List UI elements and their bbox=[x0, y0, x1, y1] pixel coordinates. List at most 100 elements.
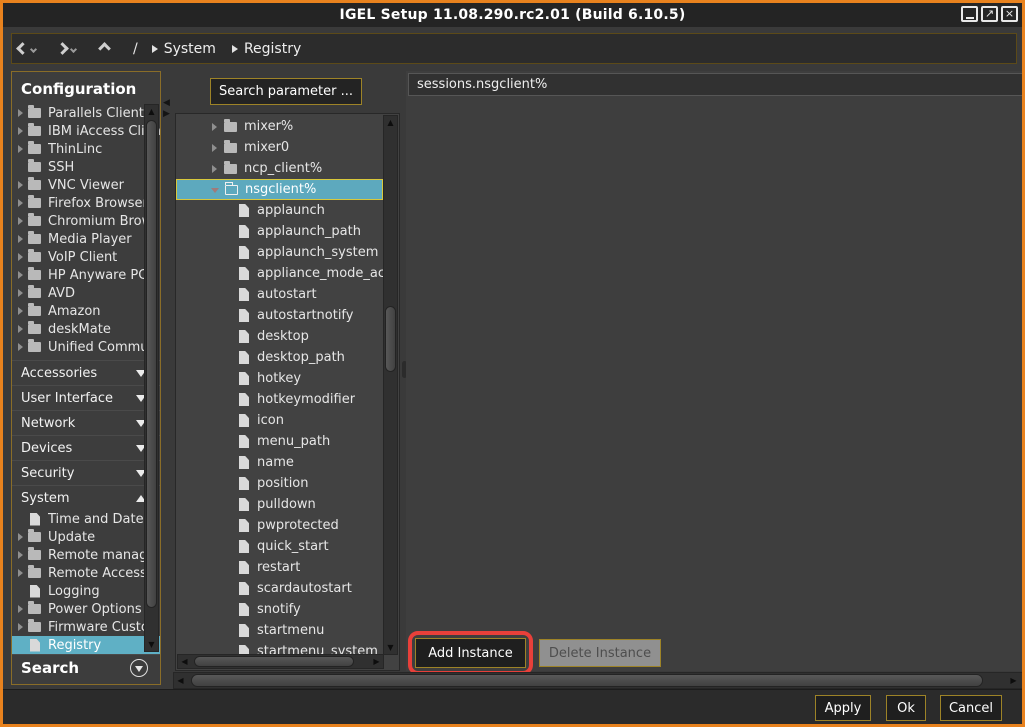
add-instance-button[interactable]: Add Instance bbox=[415, 638, 526, 668]
scroll-left-icon[interactable]: ◀ bbox=[178, 655, 191, 668]
tree-item-quick-start[interactable]: quick_start bbox=[176, 536, 383, 557]
scroll-right-icon[interactable]: ▶ bbox=[370, 655, 383, 668]
tree-item-label: ThinLinc bbox=[48, 142, 102, 157]
section-network[interactable]: Network bbox=[12, 410, 160, 435]
section-devices[interactable]: Devices bbox=[12, 435, 160, 460]
forward-button[interactable] bbox=[52, 34, 82, 63]
tree-item-label: Firmware Custo bbox=[48, 620, 149, 635]
tree-item-label: mixer% bbox=[244, 119, 293, 134]
chevron-left-icon bbox=[16, 42, 29, 55]
scroll-down-icon[interactable]: ▼ bbox=[145, 638, 158, 651]
tree-item-hotkeymodifier[interactable]: hotkeymodifier bbox=[176, 389, 383, 410]
tree-item-deskmate[interactable]: deskMate bbox=[12, 320, 160, 338]
tree-item-applaunch-system[interactable]: applaunch_system bbox=[176, 242, 383, 263]
tree-item-autostartnotify[interactable]: autostartnotify bbox=[176, 305, 383, 326]
section-system[interactable]: System bbox=[12, 485, 160, 510]
breadcrumb-root[interactable]: / bbox=[133, 41, 138, 57]
tree-item-update[interactable]: Update bbox=[12, 528, 160, 546]
tree-item-remote-manage[interactable]: Remote manage bbox=[12, 546, 160, 564]
footer-bar: Apply Ok Cancel bbox=[3, 689, 1022, 724]
tree-item-vnc-viewer[interactable]: VNC Viewer bbox=[12, 176, 160, 194]
file-icon bbox=[239, 561, 249, 574]
tree-item-registry[interactable]: Registry bbox=[12, 636, 160, 654]
registry-horizontal-scrollbar[interactable]: ◀ ▶ bbox=[177, 654, 384, 669]
tree-item-mixer0[interactable]: mixer0 bbox=[176, 137, 383, 158]
tree-item-restart[interactable]: restart bbox=[176, 557, 383, 578]
tree-item-scardautostart[interactable]: scardautostart bbox=[176, 578, 383, 599]
tree-item-pwprotected[interactable]: pwprotected bbox=[176, 515, 383, 536]
tree-item-ibm-iaccess-clien[interactable]: IBM iAccess Clien bbox=[12, 122, 160, 140]
maximize-button[interactable]: ↗ bbox=[981, 6, 998, 22]
window-controls: ↗ × bbox=[961, 6, 1018, 22]
tree-item-ncp-client[interactable]: ncp_client% bbox=[176, 158, 383, 179]
section-accessories[interactable]: Accessories bbox=[12, 360, 160, 385]
ok-button[interactable]: Ok bbox=[886, 695, 926, 721]
tree-item-icon[interactable]: icon bbox=[176, 410, 383, 431]
tree-item-nsgclient[interactable]: nsgclient% bbox=[176, 179, 383, 200]
tree-item-startmenu[interactable]: startmenu bbox=[176, 620, 383, 641]
scroll-right-icon[interactable]: ▶ bbox=[1007, 673, 1020, 688]
tree-item-logging[interactable]: Logging bbox=[12, 582, 160, 600]
tree-item-thinlinc[interactable]: ThinLinc bbox=[12, 140, 160, 158]
tree-item-desktop[interactable]: desktop bbox=[176, 326, 383, 347]
section-security[interactable]: Security bbox=[12, 460, 160, 485]
minimize-button[interactable] bbox=[961, 6, 978, 22]
section-user-interface[interactable]: User Interface bbox=[12, 385, 160, 410]
sidebar-search-section[interactable]: Search bbox=[12, 654, 160, 680]
breadcrumb-system[interactable]: System bbox=[152, 41, 216, 57]
close-button[interactable]: × bbox=[1001, 6, 1018, 22]
registry-vertical-scrollbar[interactable]: ▲ ▼ bbox=[383, 115, 398, 655]
cancel-button[interactable]: Cancel bbox=[940, 695, 1002, 721]
folder-icon bbox=[28, 180, 41, 190]
tree-item-power-options[interactable]: Power Options bbox=[12, 600, 160, 618]
tree-item-mixer[interactable]: mixer% bbox=[176, 116, 383, 137]
tree-item-label: autostart bbox=[257, 287, 317, 302]
main-horizontal-scrollbar[interactable]: ◀ ▶ bbox=[173, 672, 1025, 689]
tree-item-hp-anyware-pco[interactable]: HP Anyware PCo bbox=[12, 266, 160, 284]
up-button[interactable] bbox=[94, 34, 115, 63]
tree-item-label: Remote Access bbox=[48, 566, 147, 581]
tree-item-autostart[interactable]: autostart bbox=[176, 284, 383, 305]
tree-item-media-player[interactable]: Media Player bbox=[12, 230, 160, 248]
section-label: Security bbox=[21, 466, 74, 481]
tree-item-label: AVD bbox=[48, 286, 75, 301]
tree-item-chromium-brows[interactable]: Chromium Brows bbox=[12, 212, 160, 230]
tree-item-ssh[interactable]: SSH bbox=[12, 158, 160, 176]
scrollbar-thumb[interactable] bbox=[385, 306, 396, 372]
tree-item-name[interactable]: name bbox=[176, 452, 383, 473]
tree-item-voip-client[interactable]: VoIP Client bbox=[12, 248, 160, 266]
tree-item-menu-path[interactable]: menu_path bbox=[176, 431, 383, 452]
tree-item-applaunch[interactable]: applaunch bbox=[176, 200, 383, 221]
back-button[interactable] bbox=[12, 34, 42, 63]
tree-item-applaunch-path[interactable]: applaunch_path bbox=[176, 221, 383, 242]
scrollbar-thumb[interactable] bbox=[194, 656, 354, 667]
tree-item-parallels-client[interactable]: Parallels Client bbox=[12, 104, 160, 122]
tree-item-remote-access[interactable]: Remote Access bbox=[12, 564, 160, 582]
scrollbar-thumb[interactable] bbox=[146, 120, 157, 608]
breadcrumb-registry[interactable]: Registry bbox=[232, 41, 301, 57]
tree-item-position[interactable]: position bbox=[176, 473, 383, 494]
search-parameter-button[interactable]: Search parameter ... bbox=[210, 78, 362, 105]
file-icon bbox=[239, 393, 249, 406]
tree-item-amazon[interactable]: Amazon bbox=[12, 302, 160, 320]
tree-item-desktop-path[interactable]: desktop_path bbox=[176, 347, 383, 368]
tree-item-hotkey[interactable]: hotkey bbox=[176, 368, 383, 389]
scroll-up-icon[interactable]: ▲ bbox=[384, 116, 397, 129]
tree-item-snotify[interactable]: snotify bbox=[176, 599, 383, 620]
tree-item-unified-commun[interactable]: Unified Commun bbox=[12, 338, 160, 356]
tree-item-appliance-mode-ac[interactable]: appliance_mode_ac bbox=[176, 263, 383, 284]
scrollbar-thumb[interactable] bbox=[191, 674, 983, 687]
apply-button[interactable]: Apply bbox=[815, 695, 871, 721]
scroll-up-icon[interactable]: ▲ bbox=[145, 105, 158, 118]
scroll-down-icon[interactable]: ▼ bbox=[384, 641, 397, 654]
file-icon bbox=[239, 246, 249, 259]
tree-item-time-and-date[interactable]: Time and Date bbox=[12, 510, 160, 528]
splitter-collapse-arrows[interactable]: ◀▶ bbox=[163, 98, 170, 120]
tree-item-firmware-custo[interactable]: Firmware Custo bbox=[12, 618, 160, 636]
tree-item-pulldown[interactable]: pulldown bbox=[176, 494, 383, 515]
tree-item-avd[interactable]: AVD bbox=[12, 284, 160, 302]
sidebar-vertical-scrollbar[interactable]: ▲ ▼ bbox=[144, 104, 159, 652]
tree-item-firefox-browser[interactable]: Firefox Browser bbox=[12, 194, 160, 212]
search-section-label: Search bbox=[21, 659, 79, 677]
scroll-left-icon[interactable]: ◀ bbox=[174, 673, 187, 688]
